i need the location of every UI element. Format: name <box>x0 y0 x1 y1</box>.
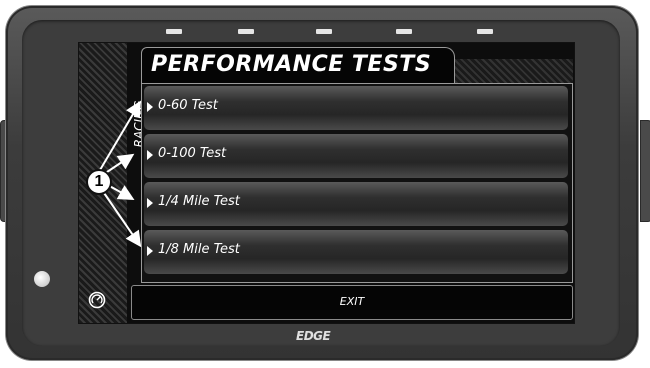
callout-arrow-2 <box>103 153 135 175</box>
callout-arrow-1 <box>99 100 142 171</box>
callout-arrow-4 <box>101 189 142 248</box>
callout-number: 1 <box>86 169 112 195</box>
monitor-device: PERFORMANCE TESTS RACING 0-60 Test 0-100… <box>0 0 650 368</box>
